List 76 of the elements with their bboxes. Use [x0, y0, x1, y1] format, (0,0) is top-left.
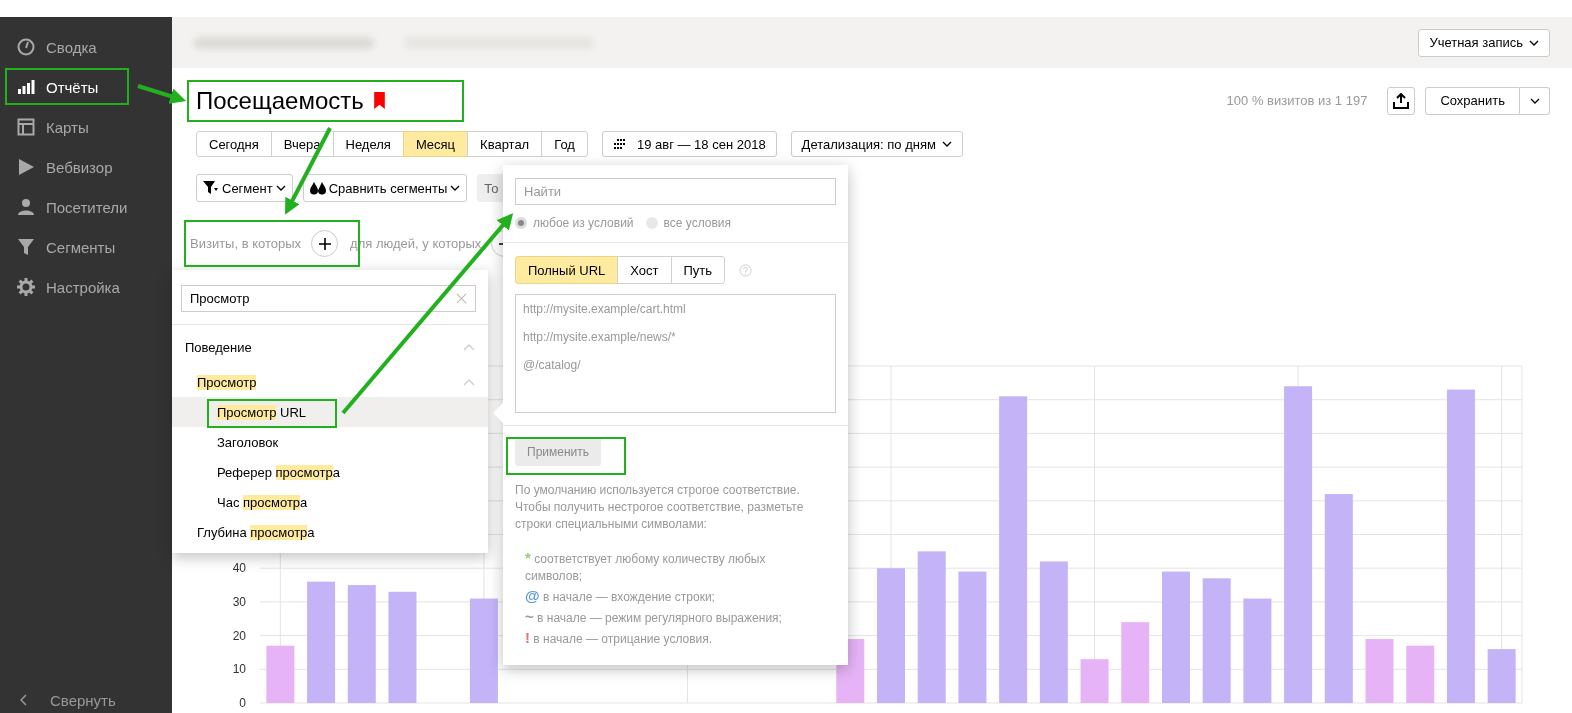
caret-icon [1529, 39, 1539, 46]
report-title: Посещаемость [196, 86, 364, 115]
chart-bar [1487, 649, 1516, 703]
values-field[interactable]: http://mysite.example/cart.html http://mysite.example/news/* @/catalog/ [515, 294, 836, 413]
gauge-icon [17, 38, 35, 56]
url-part-tab[interactable]: Путь [670, 256, 726, 284]
person-icon [17, 198, 35, 216]
account-button[interactable]: Учетная запись [1418, 28, 1550, 57]
caret-icon [1529, 97, 1540, 104]
segment-dropdown[interactable]: Сравнить сегменты [302, 174, 468, 202]
period-tab[interactable]: Вчера [270, 131, 334, 157]
url-part-tab[interactable]: Хост [617, 256, 672, 284]
tree-item[interactable]: Просмотр [197, 374, 463, 390]
play-icon [17, 158, 35, 176]
calendar-grid-icon [612, 139, 627, 149]
search-field[interactable]: Просмотр [181, 285, 476, 312]
axis-tick-label: 30 [232, 594, 246, 609]
rule-text: ! в начале — отрицание условия. [525, 629, 714, 648]
radio-dot[interactable] [515, 217, 527, 229]
save-options-button[interactable] [1520, 86, 1550, 115]
date-range-button[interactable]: 19 авг — 18 сен 2018 [601, 131, 777, 157]
period-tab[interactable]: Квартал [467, 131, 543, 157]
segment-dropdown[interactable]: Сегмент [196, 174, 293, 202]
rule-text: * соответствует любому количеству любых символов; [525, 549, 767, 585]
tree-item[interactable]: Реферер просмотра [217, 464, 475, 480]
collapse-button[interactable]: Свернуть [0, 687, 172, 713]
sidebar-item[interactable]: Сводка [0, 27, 172, 67]
caret-icon [450, 185, 461, 191]
tree-item[interactable]: Поведение [185, 339, 463, 355]
chart-bar [1406, 645, 1435, 703]
chevron-left-icon [20, 694, 28, 706]
sidebar-item[interactable]: Посетители [0, 187, 172, 227]
rule-text: ~ в начале — режим регулярного выражения; [525, 608, 783, 627]
detail-dropdown[interactable]: Детализация: по дням [790, 131, 963, 157]
period-tab[interactable]: Месяц [402, 131, 469, 157]
url-part-tab[interactable]: Полный URL [515, 256, 619, 284]
tree-item[interactable]: Заголовок [217, 434, 475, 450]
sidebar-item[interactable]: Сегменты [0, 227, 172, 267]
drops-icon [309, 181, 326, 195]
sidebar-item[interactable]: Карты [0, 107, 172, 147]
close-icon[interactable] [456, 293, 467, 304]
axis-tick-label: 20 [232, 628, 246, 643]
visits-condition-label: Визиты, в которых [190, 236, 302, 251]
bar-chart-icon [17, 78, 35, 96]
annotation-arrow [137, 84, 187, 104]
sidebar-item[interactable]: Настройка [0, 267, 172, 307]
axis-tick-label: 40 [232, 561, 246, 576]
caret-icon [941, 141, 952, 147]
axis-tick-label: 10 [232, 662, 246, 677]
gear-icon [17, 278, 35, 296]
search-field[interactable]: Найти [515, 178, 836, 205]
chart-bar [266, 645, 295, 703]
sidebar-item[interactable]: Отчёты [0, 67, 172, 107]
save-button[interactable]: Сохранить [1425, 86, 1520, 115]
export-button[interactable] [1387, 86, 1416, 115]
period-tab[interactable]: Неделя [332, 131, 404, 157]
period-tab[interactable]: Год [541, 131, 588, 157]
chart-bar [1080, 659, 1109, 703]
bookmark-icon[interactable] [373, 92, 385, 109]
segment-action-button[interactable]: То [477, 174, 506, 202]
period-tab[interactable]: Сегодня [196, 131, 272, 157]
axis-tick-label: 0 [239, 696, 246, 710]
sidebar-item[interactable]: Вебвизор [0, 147, 172, 187]
help-text: По умолчанию используется строгое соответствие. Чтобы получить нестрогое соответствие, разметьте строки специальными символами: [515, 482, 805, 533]
chart-bar [1365, 638, 1394, 703]
funnel-icon [17, 238, 35, 256]
caret-icon [275, 185, 286, 191]
add-condition-button[interactable] [311, 230, 339, 257]
plus-icon [318, 237, 331, 250]
tree-item[interactable]: Глубина просмотра [197, 524, 475, 540]
layout-icon [17, 118, 35, 136]
visits-share-text: 100 % визитов из 1 197 [1226, 93, 1368, 108]
rule-text: @ в начале — вхождение строки; [525, 587, 716, 606]
upload-icon [1393, 92, 1410, 109]
tree-item[interactable]: Час просмотра [217, 494, 475, 510]
filter-icon [203, 181, 219, 195]
